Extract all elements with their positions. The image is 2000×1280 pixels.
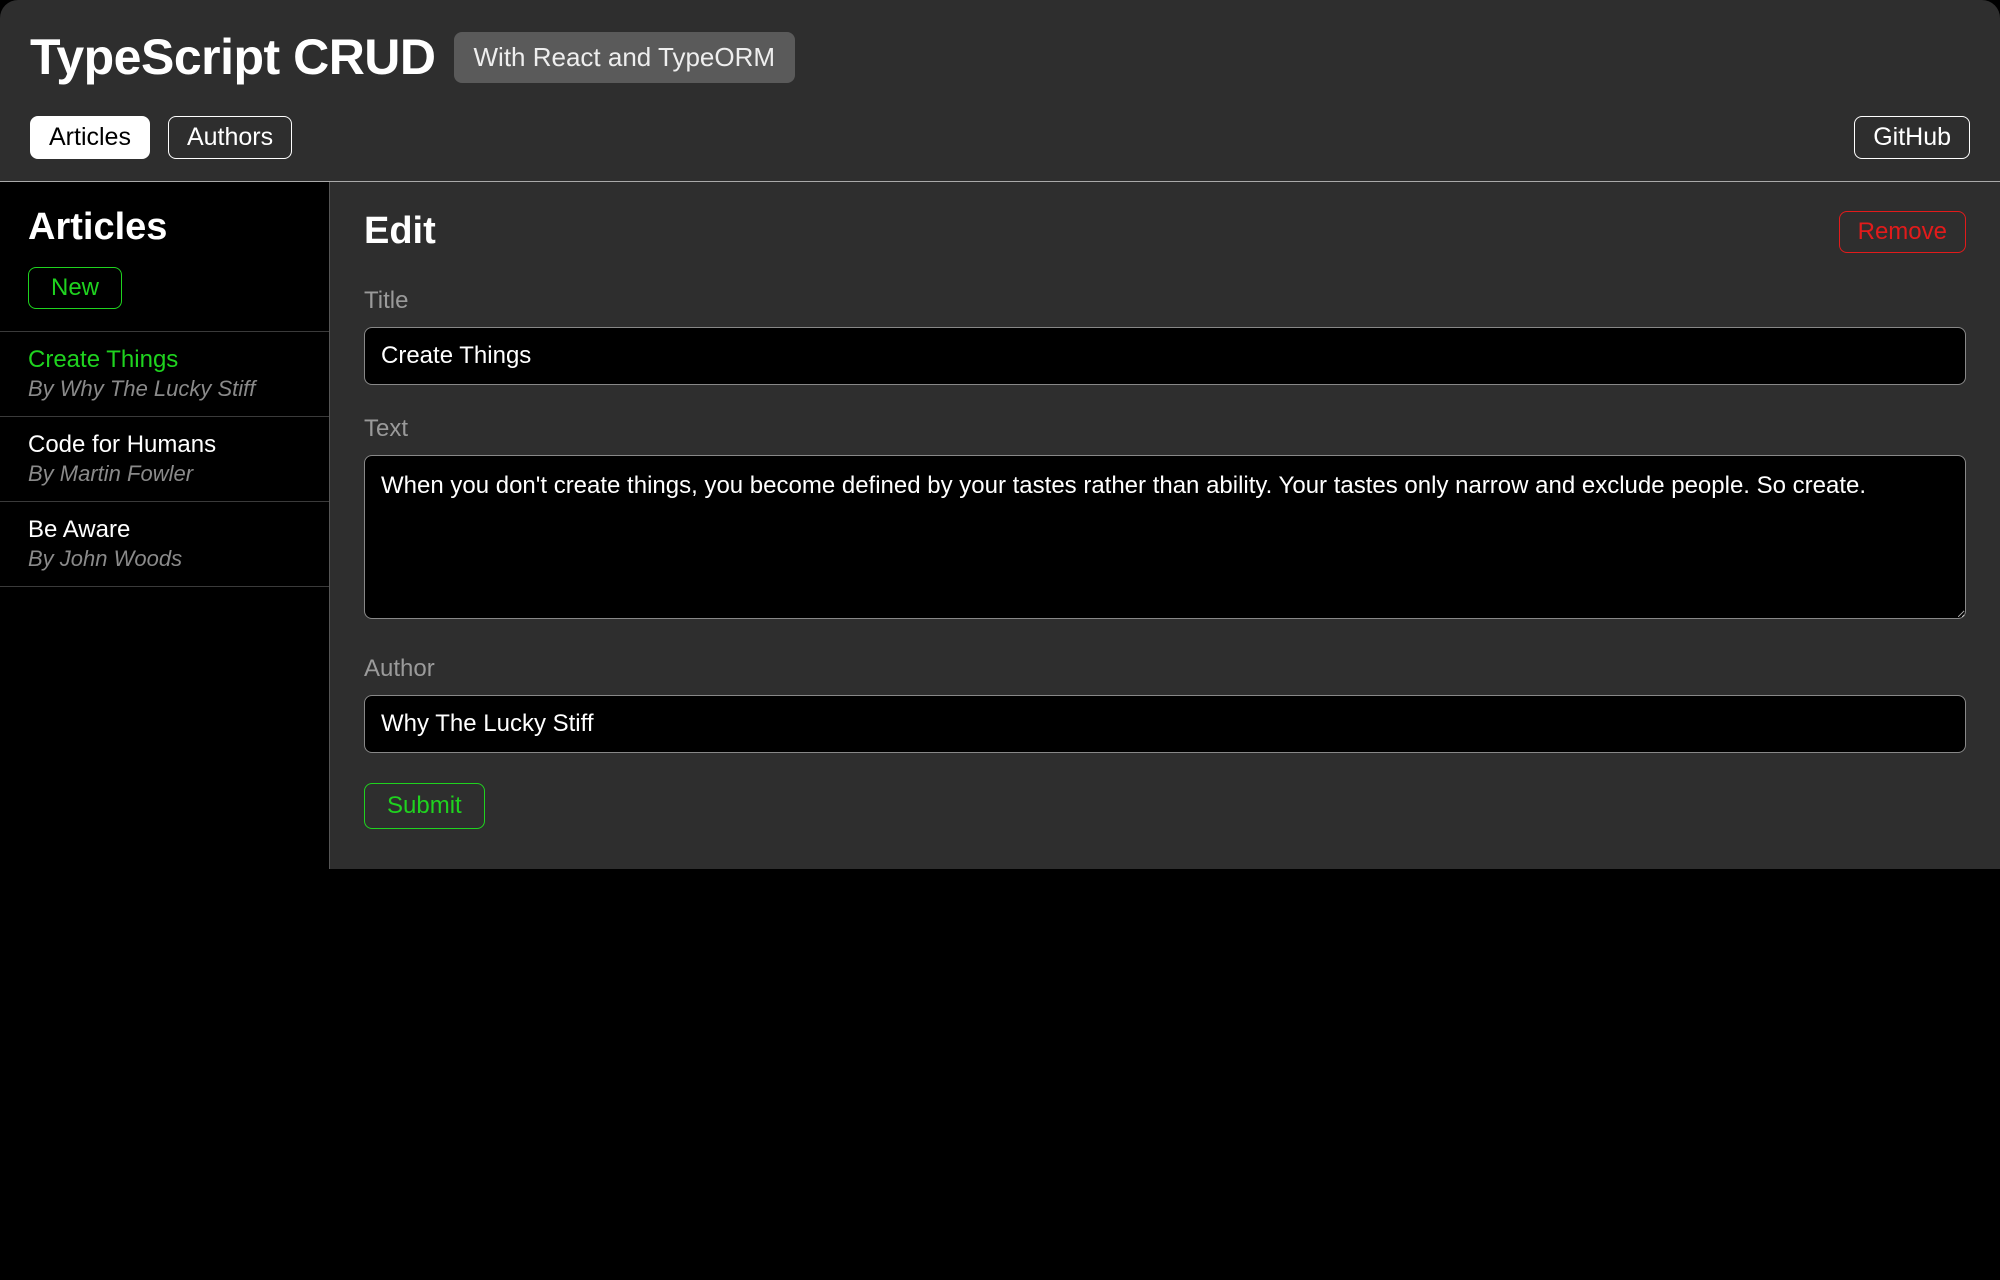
author-select[interactable]: Why The Lucky Stiff	[364, 695, 1966, 753]
article-item-code-for-humans[interactable]: Code for Humans By Martin Fowler	[0, 417, 329, 502]
article-item-title: Code for Humans	[28, 431, 301, 459]
title-row: TypeScript CRUD With React and TypeORM	[30, 28, 1970, 86]
title-input[interactable]	[364, 327, 1966, 385]
field-author: Author Why The Lucky Stiff	[364, 655, 1966, 753]
text-label: Text	[364, 415, 1966, 443]
article-item-title: Be Aware	[28, 516, 301, 544]
nav-authors-button[interactable]: Authors	[168, 116, 292, 159]
nav-articles-button[interactable]: Articles	[30, 116, 150, 159]
nav-right: GitHub	[1854, 116, 1970, 159]
remove-button[interactable]: Remove	[1839, 211, 1966, 253]
subtitle-pill: With React and TypeORM	[454, 32, 796, 83]
author-label: Author	[364, 655, 1966, 683]
nav-row: Articles Authors GitHub	[30, 116, 1970, 159]
submit-button[interactable]: Submit	[364, 783, 485, 829]
article-item-author: By John Woods	[28, 546, 301, 572]
article-item-author: By Why The Lucky Stiff	[28, 376, 301, 402]
main-header: Edit Remove	[364, 210, 1966, 253]
new-article-button[interactable]: New	[28, 267, 122, 309]
article-item-author: By Martin Fowler	[28, 461, 301, 487]
main-heading: Edit	[364, 210, 436, 253]
nav-left: Articles Authors	[30, 116, 292, 159]
header: TypeScript CRUD With React and TypeORM A…	[0, 0, 2000, 182]
nav-github-button[interactable]: GitHub	[1854, 116, 1970, 159]
main-panel: Edit Remove Title Text Author Why The Lu…	[330, 182, 2000, 869]
title-label: Title	[364, 287, 1966, 315]
app-title: TypeScript CRUD	[30, 28, 436, 86]
body: Articles New Create Things By Why The Lu…	[0, 182, 2000, 869]
app-window: TypeScript CRUD With React and TypeORM A…	[0, 0, 2000, 1280]
sidebar: Articles New Create Things By Why The Lu…	[0, 182, 330, 869]
text-textarea[interactable]	[364, 455, 1966, 619]
sidebar-title: Articles	[0, 206, 329, 267]
article-list: Create Things By Why The Lucky Stiff Cod…	[0, 331, 329, 587]
article-item-be-aware[interactable]: Be Aware By John Woods	[0, 502, 329, 587]
article-item-title: Create Things	[28, 346, 301, 374]
article-item-create-things[interactable]: Create Things By Why The Lucky Stiff	[0, 332, 329, 417]
field-title: Title	[364, 287, 1966, 385]
field-text: Text	[364, 415, 1966, 625]
